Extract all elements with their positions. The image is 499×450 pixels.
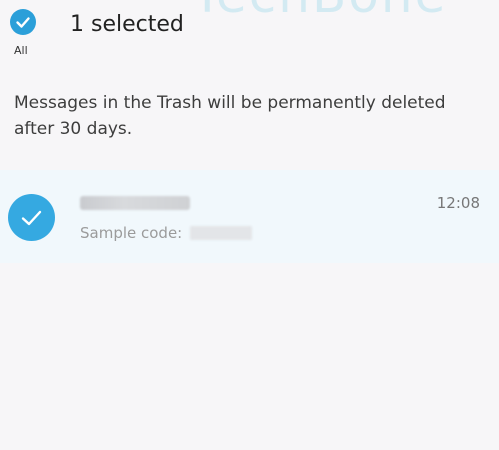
- select-all-toggle[interactable]: All: [8, 6, 40, 57]
- message-time: 12:08: [436, 194, 480, 212]
- redacted-sender-name: [80, 196, 190, 210]
- message-preview: Sample code:: [80, 224, 253, 242]
- message-preview-label: Sample code:: [80, 224, 183, 242]
- selection-header: All 1 selected: [0, 0, 499, 66]
- redacted-code: [190, 226, 253, 240]
- check-circle-icon[interactable]: [8, 194, 55, 241]
- check-circle-icon: [10, 9, 36, 35]
- message-row[interactable]: 12:08 Sample code:: [0, 170, 499, 263]
- selected-count: 1 selected: [70, 12, 184, 37]
- select-all-label: All: [14, 44, 28, 57]
- message-sender-redacted: [80, 192, 190, 214]
- trash-notice: Messages in the Trash will be permanentl…: [14, 93, 446, 139]
